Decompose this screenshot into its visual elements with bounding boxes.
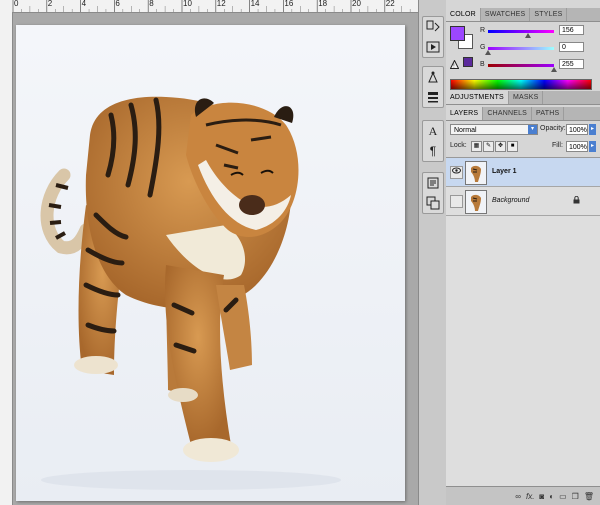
tab-swatches[interactable]: SWATCHES	[481, 8, 531, 21]
gamut-warning-icon[interactable]: !	[449, 56, 460, 70]
blue-value-field[interactable]: 255	[559, 59, 584, 69]
trash-icon[interactable]: 🗑	[584, 492, 594, 501]
adjustment-layer-icon[interactable]: ◐	[549, 492, 554, 501]
ruler-label: 22	[385, 0, 395, 8]
new-layer-icon[interactable]: ❐	[572, 492, 579, 501]
lock-all-icon[interactable]: ■	[507, 141, 518, 152]
lock-image-pixels-icon[interactable]: ✎	[483, 141, 494, 152]
blend-mode-select[interactable]: Normal ▾	[450, 124, 538, 135]
new-group-icon[interactable]: ▭	[559, 492, 567, 501]
adjustments-panel-tabs: ADJUSTMENTS MASKS	[446, 91, 600, 105]
layer-thumbnail	[465, 161, 487, 185]
tab-layers[interactable]: LAYERS	[446, 107, 484, 120]
tab-styles[interactable]: STYLES	[530, 8, 568, 21]
panel-dock: A ¶	[418, 0, 447, 505]
adjustments-tabrow: ADJUSTMENTS MASKS	[446, 91, 600, 105]
ruler-label: 8	[149, 0, 154, 8]
ruler-label: 6	[115, 0, 120, 8]
document-image[interactable]	[16, 25, 405, 501]
visibility-toggle-empty[interactable]	[450, 195, 463, 208]
blend-mode-value: Normal	[454, 127, 477, 134]
paragraph-icon[interactable]: ¶	[423, 141, 443, 161]
brush-presets-icon[interactable]	[423, 87, 443, 107]
ruler-label: 20	[352, 0, 361, 8]
tab-channels[interactable]: CHANNELS	[483, 107, 533, 120]
layer-row-background[interactable]: Background	[446, 187, 600, 216]
ruler-label: 18	[318, 0, 328, 8]
lock-transparent-pixels-icon[interactable]: ▦	[471, 141, 482, 152]
history-icon[interactable]	[423, 17, 443, 37]
fill-field[interactable]: 100%	[566, 141, 588, 152]
notes-icon[interactable]	[423, 173, 443, 193]
green-slider[interactable]	[485, 47, 554, 55]
layer-style-icon[interactable]: fx.	[526, 492, 534, 501]
blend-mode-dropdown-icon[interactable]: ▾	[528, 125, 537, 134]
tiger-photo	[40, 96, 341, 490]
blue-slider-thumb[interactable]	[551, 67, 557, 72]
lock-position-icon[interactable]: ✥	[495, 141, 506, 152]
green-value-field[interactable]: 0	[559, 42, 584, 52]
ruler-label: 4	[81, 0, 87, 8]
dock-group-4	[422, 172, 444, 214]
layer-name[interactable]: Background	[492, 197, 529, 204]
ruler-label: 2	[47, 0, 53, 8]
red-label: R	[480, 27, 486, 34]
dock-group-1	[422, 16, 444, 58]
tab-color[interactable]: COLOR	[446, 8, 481, 21]
color-tabs: COLOR SWATCHES STYLES	[446, 8, 600, 22]
layers-tabs: LAYERS CHANNELS PATHS	[446, 107, 600, 121]
tab-adjustments[interactable]: ADJUSTMENTS	[446, 91, 509, 104]
svg-text:!: !	[453, 64, 454, 69]
layer-name[interactable]: Layer 1	[492, 168, 517, 175]
layer-row-layer-1[interactable]: Layer 1	[446, 158, 600, 187]
layers-panel: LAYERS CHANNELS PATHS Normal ▾ Opacity: …	[446, 107, 600, 505]
fill-dropdown-icon[interactable]: ▸	[589, 141, 596, 152]
opacity-label: Opacity:	[540, 125, 566, 132]
red-slider-thumb[interactable]	[525, 33, 532, 38]
ruler-label: 10	[183, 0, 192, 8]
top-ruler: 024681012141618202224	[0, 0, 429, 13]
layer-thumbnail	[465, 190, 487, 214]
left-ruler	[0, 12, 13, 505]
lock-label: Lock:	[450, 142, 467, 149]
link-layers-icon[interactable]: ∞	[515, 492, 521, 501]
right-panels: COLOR SWATCHES STYLES ! R 156 G 0 B 255 …	[446, 0, 600, 505]
green-slider-thumb[interactable]	[485, 50, 491, 55]
layers-bottom-toolbar: ∞ fx. ◙ ◐ ▭ ❐ 🗑	[446, 486, 600, 505]
ruler-label: 14	[250, 0, 260, 8]
actions-icon[interactable]	[423, 37, 443, 57]
red-slider[interactable]	[488, 30, 554, 38]
add-mask-icon[interactable]: ◙	[539, 492, 544, 501]
ruler-label: 12	[216, 0, 226, 8]
tab-masks[interactable]: MASKS	[509, 91, 544, 104]
ruler-label: 16	[284, 0, 294, 8]
layer-list: Layer 1 Background	[446, 157, 600, 488]
dock-group-2	[422, 66, 444, 108]
opacity-dropdown-icon[interactable]: ▸	[589, 124, 596, 135]
foreground-color-swatch[interactable]	[450, 26, 465, 41]
character-icon[interactable]: A	[423, 121, 443, 141]
lock-icon	[573, 195, 580, 206]
canvas-area[interactable]	[13, 13, 418, 505]
color-spectrum-bar[interactable]	[450, 79, 592, 90]
red-value-field[interactable]: 156	[559, 25, 584, 35]
clone-source-icon[interactable]	[423, 193, 443, 213]
blue-slider[interactable]	[488, 64, 557, 72]
ruler-label: 0	[14, 0, 19, 8]
gamut-correction-swatch[interactable]	[463, 57, 473, 67]
tab-paths[interactable]: PATHS	[532, 107, 565, 120]
opacity-field[interactable]: 100%	[566, 124, 588, 135]
eye-icon[interactable]	[450, 166, 463, 179]
tool-presets-icon[interactable]	[423, 67, 443, 87]
color-panel: COLOR SWATCHES STYLES ! R 156 G 0 B 255	[446, 8, 600, 90]
blue-label: B	[480, 61, 485, 68]
dock-group-3: A ¶	[422, 120, 444, 162]
fill-label: Fill:	[552, 142, 563, 149]
